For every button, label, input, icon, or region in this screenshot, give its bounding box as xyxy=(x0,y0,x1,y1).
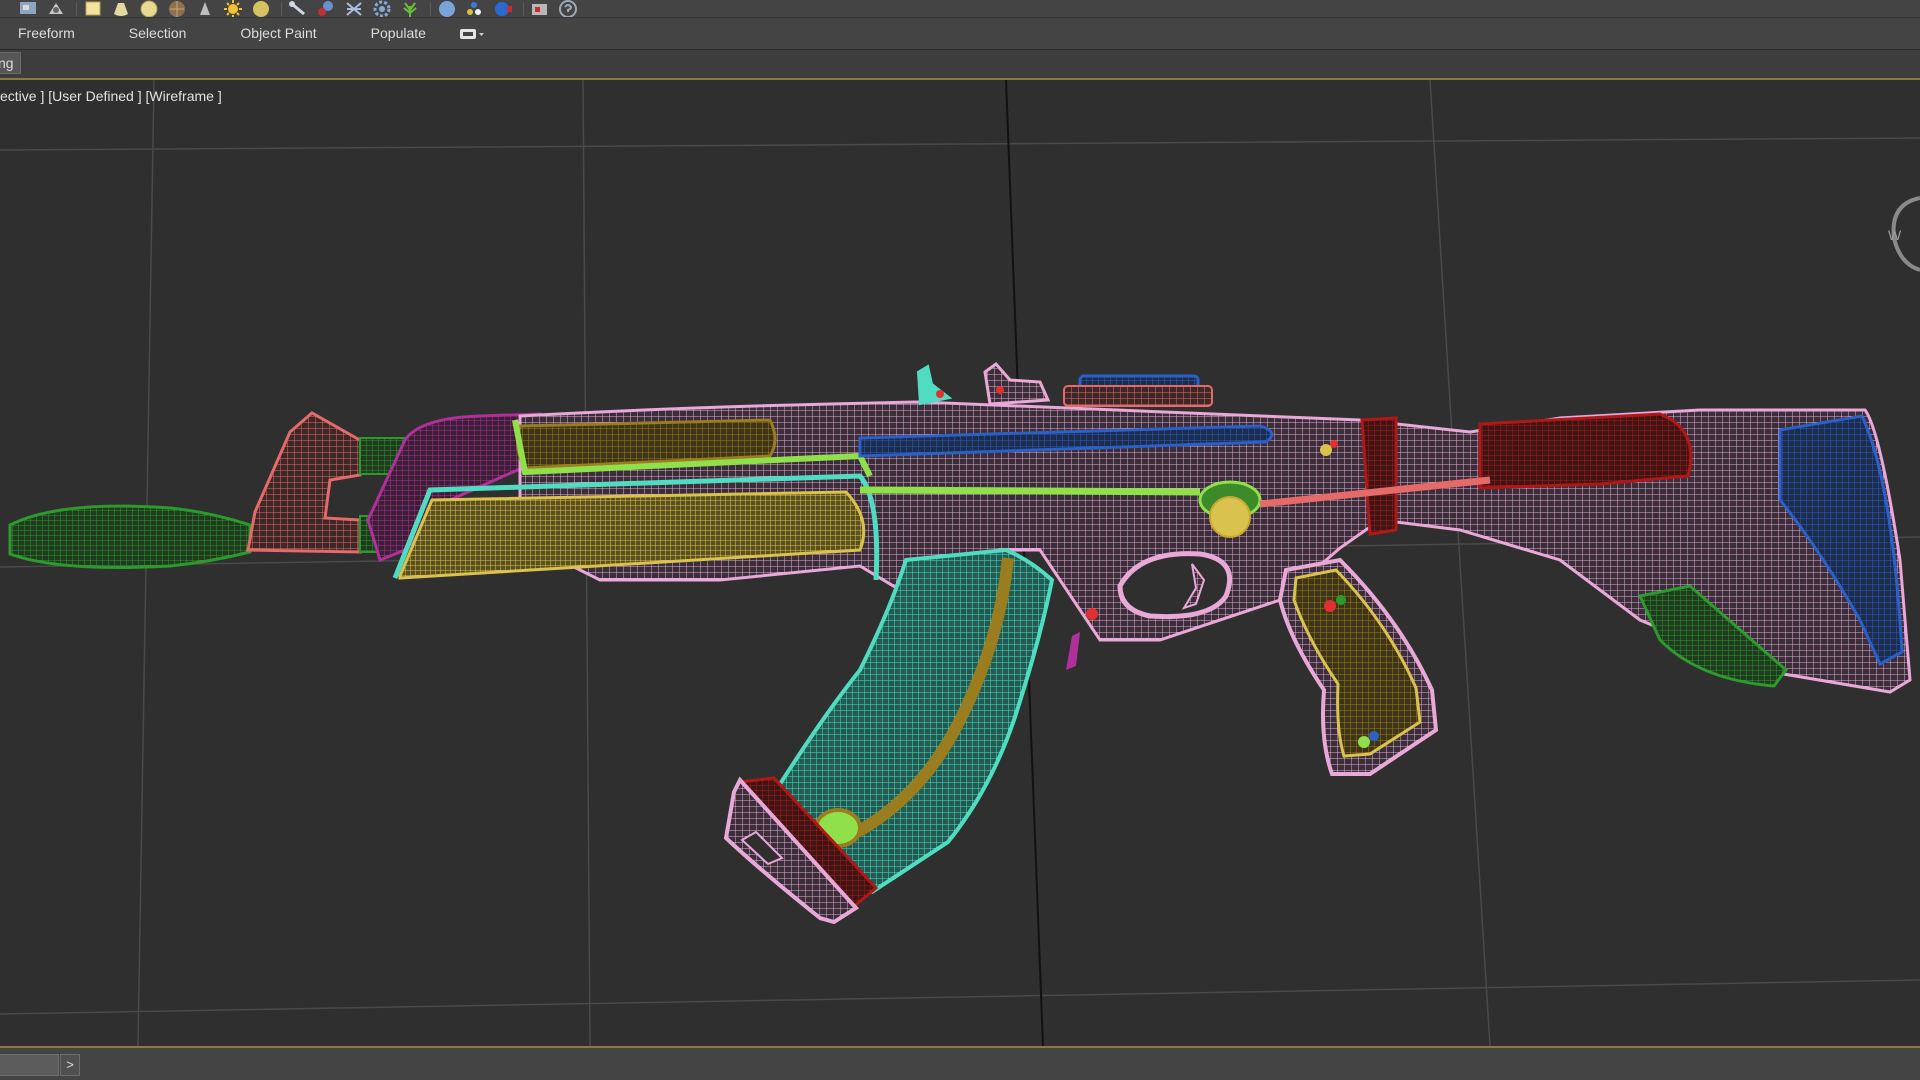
biped-icon[interactable] xyxy=(316,0,336,17)
cone-icon[interactable] xyxy=(111,0,131,17)
sun-light-icon[interactable] xyxy=(223,0,243,17)
grip-screw-red xyxy=(1324,600,1336,612)
status-bar: > xyxy=(0,1048,1920,1080)
receiver-dot-pink xyxy=(1330,440,1338,448)
help-icon[interactable] xyxy=(558,0,578,17)
render-icon[interactable] xyxy=(493,0,513,17)
ribbon-tab-bar: Freeform Selection Object Paint Populate xyxy=(0,18,1920,50)
tab-object-paint[interactable]: Object Paint xyxy=(213,18,343,49)
next-frame-button[interactable]: > xyxy=(60,1054,80,1076)
tab-selection[interactable]: Selection xyxy=(102,18,214,49)
receiver-dot-yellow xyxy=(1320,444,1332,456)
viewport-label[interactable]: ective ] [User Defined ] [Wireframe ] xyxy=(0,88,222,104)
viewport-scene: W xyxy=(0,80,1920,1046)
geosphere-icon[interactable] xyxy=(167,0,187,17)
gear-icon[interactable] xyxy=(372,0,392,17)
viewcube-label: W xyxy=(1888,227,1902,243)
omni-light-icon[interactable] xyxy=(251,0,271,17)
ribbon-options-button[interactable] xyxy=(459,27,485,41)
tab-populate[interactable]: Populate xyxy=(344,18,453,49)
trigger-pin-part xyxy=(1066,632,1080,670)
grip-screw-lime xyxy=(1358,736,1370,748)
toolbar-separator xyxy=(281,1,282,16)
toolbar-separator xyxy=(523,1,524,16)
space-warp-icon[interactable] xyxy=(344,0,364,17)
front-post-part xyxy=(916,364,953,406)
ribbon-options-icon xyxy=(459,28,484,39)
muzzle-part xyxy=(8,504,252,569)
front-sight-part xyxy=(246,411,367,554)
receiver-dot-red xyxy=(1086,608,1098,620)
sphere-icon[interactable] xyxy=(139,0,159,17)
layer-manager-icon[interactable] xyxy=(530,0,550,17)
top-rail-salmon xyxy=(1063,385,1213,407)
toolbar-separator xyxy=(430,1,431,16)
receiver-green-line xyxy=(859,486,1201,496)
ribbon-panel: ng xyxy=(0,50,1920,80)
material-sphere-icon[interactable] xyxy=(437,0,457,17)
render-setup-icon[interactable] xyxy=(18,0,38,17)
render-frame-icon[interactable] xyxy=(46,0,66,17)
perspective-viewport[interactable]: ective ] [User Defined ] [Wireframe ] W xyxy=(0,80,1920,1046)
rear-sight-dot xyxy=(996,386,1004,394)
charging-handle-knob xyxy=(1209,496,1251,538)
viewcube-widget: W xyxy=(1888,196,1920,272)
time-slider[interactable] xyxy=(0,1054,59,1076)
ribbon-panel-tab[interactable]: ng xyxy=(0,52,21,74)
tab-freeform[interactable]: Freeform xyxy=(0,18,102,49)
sight-dot xyxy=(936,390,944,398)
toolbar-separator xyxy=(76,1,77,16)
stock-top-part xyxy=(1478,412,1693,490)
spotlight-icon[interactable] xyxy=(195,0,215,17)
box-icon[interactable] xyxy=(83,0,103,17)
bone-icon[interactable] xyxy=(288,0,308,17)
particles-icon[interactable] xyxy=(465,0,485,17)
wireframe-rifle-model xyxy=(8,361,1912,925)
grip-screw-blue xyxy=(1369,731,1379,741)
grip-screw-green xyxy=(1336,595,1346,605)
foliage-icon[interactable] xyxy=(400,0,420,17)
main-toolbar xyxy=(0,0,1920,18)
